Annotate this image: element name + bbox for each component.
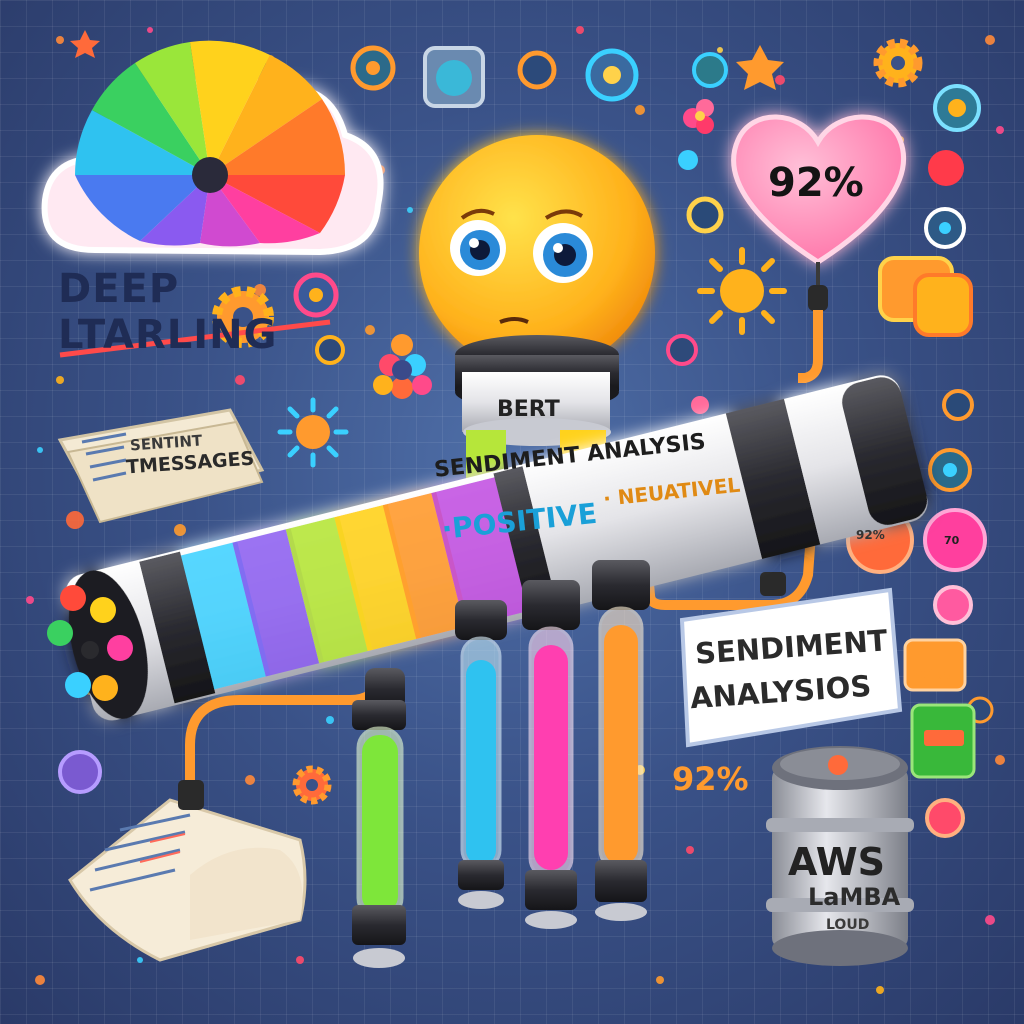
badge-value: 70 [944, 534, 960, 547]
aws-label: AWS [788, 840, 885, 884]
pin [808, 285, 828, 311]
heart-percent: 92% [768, 160, 864, 206]
flower-icon [683, 99, 714, 134]
bert-label: BERT [497, 397, 560, 422]
sun-icon [277, 397, 349, 468]
test-tube-orange [592, 560, 650, 921]
illustration: DEEP LTARLING SENTINT TMESSAGES BERT 92%… [0, 0, 1024, 1024]
cloud-label: LOUD [826, 917, 870, 933]
lambda-label: LaMBA [808, 883, 901, 911]
deep-learning-subtitle: LTARLING [58, 312, 278, 358]
badge-percent: 92% [856, 528, 885, 542]
gear-icon [873, 38, 923, 88]
test-tube-pink [522, 580, 580, 929]
orange-pipe [798, 310, 823, 383]
mid-percent: 92% [672, 760, 749, 798]
flower-icon [373, 334, 432, 399]
sun-icon [697, 247, 787, 335]
pie-chart-icon [75, 40, 346, 247]
star-icon [70, 30, 100, 58]
badge-percent-orange: 92% [912, 665, 951, 684]
gear-icon [292, 765, 332, 805]
document-stack-icon [68, 798, 307, 962]
test-tube-blue [455, 600, 507, 909]
deep-learning-title: DEEP [58, 266, 180, 312]
